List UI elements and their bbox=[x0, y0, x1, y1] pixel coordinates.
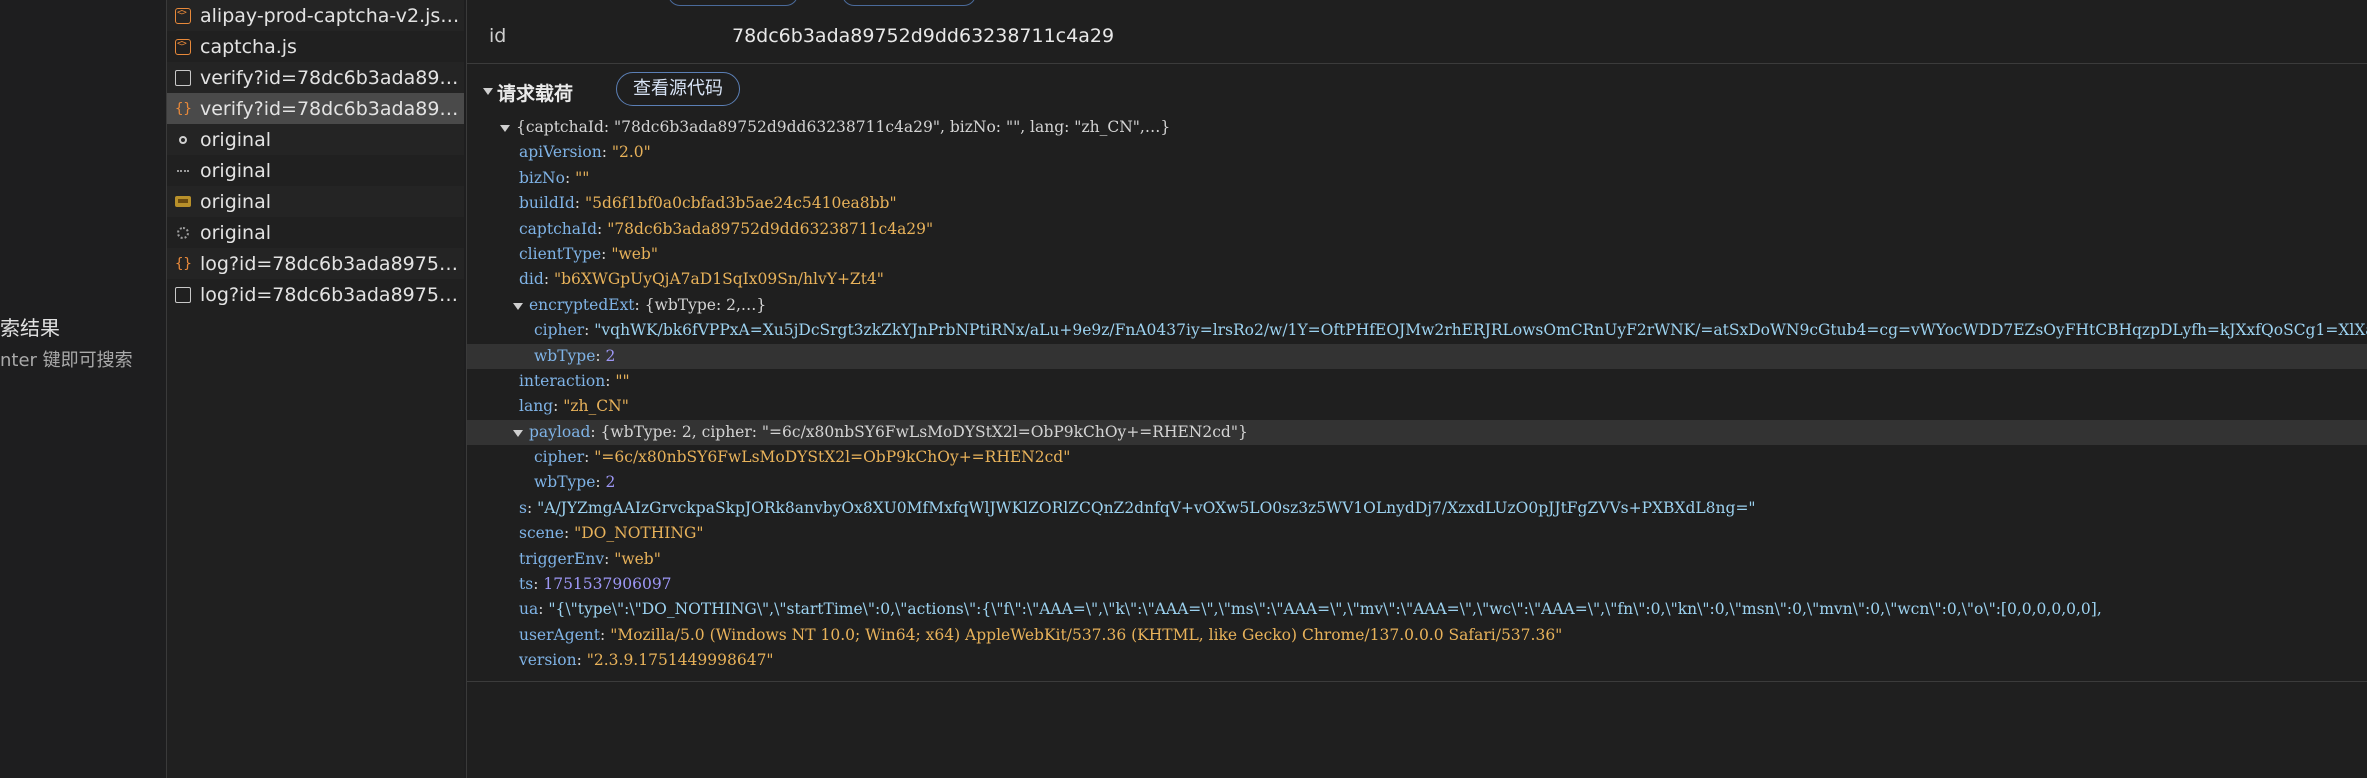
field-value: "" bbox=[615, 371, 630, 390]
tree-row[interactable]: ua: "{\"type\":\"DO_NOTHING\",\"startTim… bbox=[467, 597, 2367, 622]
field-summary: {wbType: 2, cipher: "=6c/x80nbSY6FwLsMoD… bbox=[600, 422, 1248, 441]
tree-row[interactable]: did: "b6XWGpUyQjA7aD1SqIx09Sn/hlvY+Zt4" bbox=[467, 267, 2367, 292]
tree-row-expandable[interactable]: encryptedExt: {wbType: 2,…} bbox=[467, 293, 2367, 318]
request-item[interactable]: original bbox=[167, 155, 464, 186]
dot-icon bbox=[175, 132, 191, 148]
request-name: verify?id=78dc6b3ada89752... bbox=[200, 66, 462, 89]
field-value: "zh_CN" bbox=[563, 397, 629, 416]
image-icon bbox=[175, 196, 191, 207]
payload-panel: id 78dc6b3ada89752d9dd63238711c4a29 请求载荷… bbox=[467, 0, 2367, 778]
request-name: original bbox=[200, 221, 272, 244]
request-name: original bbox=[200, 159, 272, 182]
caret-down-icon bbox=[513, 429, 523, 437]
tree-row[interactable]: ts: 1751537906097 bbox=[467, 572, 2367, 597]
tree-row[interactable]: cipher: "vqhWK/bk6fVPPxA=Xu5jDcSrgt3zkZk… bbox=[467, 318, 2367, 343]
field-value: "b6XWGpUyQjA7aD1SqIx09Sn/hlvY+Zt4" bbox=[553, 270, 884, 289]
document-icon bbox=[175, 69, 191, 86]
field-value: "2.3.9.1751449998647" bbox=[586, 651, 774, 670]
field-value: "{\"type\":\"DO_NOTHING\",\"startTime\":… bbox=[548, 600, 2102, 619]
document-icon bbox=[175, 286, 191, 303]
tree-row[interactable]: captchaId: "78dc6b3ada89752d9dd63238711c… bbox=[467, 217, 2367, 242]
js-file-icon bbox=[175, 38, 191, 55]
view-source-button-cropped[interactable] bbox=[668, 0, 798, 6]
request-name: log?id=78dc6b3ada89752d... bbox=[200, 252, 462, 275]
tree-row[interactable]: wbType: 2 bbox=[467, 470, 2367, 495]
field-value: "DO_NOTHING" bbox=[574, 524, 704, 543]
js-file-icon bbox=[175, 7, 191, 24]
query-param-row: id 78dc6b3ada89752d9dd63238711c4a29 bbox=[467, 22, 2367, 52]
tree-row[interactable]: interaction: "" bbox=[467, 369, 2367, 394]
view-source-button[interactable]: 查看源代码 bbox=[616, 72, 740, 106]
caret-down-icon bbox=[483, 88, 493, 95]
field-value: "Mozilla/5.0 (Windows NT 10.0; Win64; x6… bbox=[610, 625, 1563, 644]
request-item[interactable]: original bbox=[167, 186, 464, 217]
request-name: original bbox=[200, 190, 272, 213]
field-value: "web" bbox=[611, 244, 658, 263]
search-hint: nter 键即可搜索 bbox=[0, 350, 133, 371]
request-item[interactable]: verify?id=78dc6b3ada89752... bbox=[167, 62, 464, 93]
payload-tree: {captchaId: "78dc6b3ada89752d9dd63238711… bbox=[467, 115, 2367, 674]
tree-row[interactable]: lang: "zh_CN" bbox=[467, 394, 2367, 419]
root-summary: {captchaId: "78dc6b3ada89752d9dd63238711… bbox=[516, 118, 1171, 136]
request-item[interactable]: original bbox=[167, 124, 464, 155]
json-icon: {} bbox=[175, 100, 192, 117]
tree-row-expandable[interactable]: payload: {wbType: 2, cipher: "=6c/x80nbS… bbox=[467, 419, 2367, 446]
payload-section-header[interactable]: 请求载荷 查看源代码 bbox=[467, 71, 2367, 107]
tree-row[interactable]: userAgent: "Mozilla/5.0 (Windows NT 10.0… bbox=[467, 623, 2367, 648]
request-item[interactable]: log?id=78dc6b3ada89752d... bbox=[167, 279, 464, 310]
gear-icon bbox=[175, 225, 191, 241]
view-encoded-button-cropped[interactable] bbox=[842, 0, 976, 6]
section-title: 请求载荷 bbox=[497, 83, 574, 105]
field-value: "=6c/x80nbSY6FwLsMoDYStX2l=ObP9kChOy+=RH… bbox=[594, 448, 1071, 467]
tree-row[interactable]: triggerEnv: "web" bbox=[467, 547, 2367, 572]
request-item[interactable]: alipay-prod-captcha-v2.js?d... bbox=[167, 0, 464, 31]
field-value: "vqhWK/bk6fVPPxA=Xu5jDcSrgt3zkZkYJnPrbNP… bbox=[594, 321, 2367, 340]
field-value: "" bbox=[575, 168, 590, 187]
request-name: captcha.js bbox=[200, 35, 297, 58]
param-key: id bbox=[489, 25, 507, 47]
tree-row-highlighted[interactable]: wbType: 2 bbox=[467, 343, 2367, 369]
request-item[interactable]: {} log?id=78dc6b3ada89752d... bbox=[167, 248, 464, 279]
tree-row[interactable]: scene: "DO_NOTHING" bbox=[467, 521, 2367, 546]
field-value: "web" bbox=[614, 549, 661, 568]
field-value: 1751537906097 bbox=[543, 575, 672, 594]
search-pane: 索结果 nter 键即可搜索 bbox=[0, 0, 166, 778]
dash-icon bbox=[175, 163, 191, 179]
field-summary: {wbType: 2,…} bbox=[644, 295, 767, 314]
field-value: 2 bbox=[605, 346, 616, 365]
field-value: 2 bbox=[605, 473, 616, 492]
request-name: log?id=78dc6b3ada89752d... bbox=[200, 283, 462, 306]
request-name: verify?id=78dc6b3ada89752... bbox=[200, 97, 462, 120]
tree-row[interactable]: buildId: "5d6f1bf0a0cbfad3b5ae24c5410ea8… bbox=[467, 191, 2367, 216]
request-name: alipay-prod-captcha-v2.js?d... bbox=[200, 4, 462, 27]
request-name: original bbox=[200, 128, 272, 151]
caret-down-icon bbox=[513, 302, 523, 310]
json-icon: {} bbox=[175, 255, 192, 272]
request-item-selected[interactable]: {} verify?id=78dc6b3ada89752... bbox=[167, 93, 464, 124]
caret-down-icon bbox=[500, 125, 510, 132]
tree-row[interactable]: apiVersion: "2.0" bbox=[467, 140, 2367, 165]
tree-row[interactable]: version: "2.3.9.1751449998647" bbox=[467, 648, 2367, 673]
request-item[interactable]: original bbox=[167, 217, 464, 248]
param-value: 78dc6b3ada89752d9dd63238711c4a29 bbox=[732, 25, 1115, 47]
field-value: "2.0" bbox=[611, 143, 651, 162]
divider bbox=[467, 63, 2367, 64]
field-value: "5d6f1bf0a0cbfad3b5ae24c5410ea8bb" bbox=[584, 194, 897, 213]
request-item[interactable]: captcha.js bbox=[167, 31, 464, 62]
divider bbox=[467, 681, 2367, 682]
tree-root[interactable]: {captchaId: "78dc6b3ada89752d9dd63238711… bbox=[467, 115, 2367, 140]
field-value: "A/JYZmgAAIzGrvckpaSkpJORk8anvbyOx8XU0Mf… bbox=[537, 498, 1756, 517]
tree-row[interactable]: cipher: "=6c/x80nbSY6FwLsMoDYStX2l=ObP9k… bbox=[467, 445, 2367, 470]
tree-row[interactable]: s: "A/JYZmgAAIzGrvckpaSkpJORk8anvbyOx8XU… bbox=[467, 496, 2367, 521]
tree-row[interactable]: bizNo: "" bbox=[467, 166, 2367, 191]
query-params-header-cropped bbox=[467, 0, 2367, 6]
field-value: "78dc6b3ada89752d9dd63238711c4a29" bbox=[607, 219, 934, 238]
search-results-title: 索结果 bbox=[0, 316, 60, 340]
request-list: alipay-prod-captcha-v2.js?d... captcha.j… bbox=[167, 0, 464, 778]
tree-row[interactable]: clientType: "web" bbox=[467, 242, 2367, 267]
